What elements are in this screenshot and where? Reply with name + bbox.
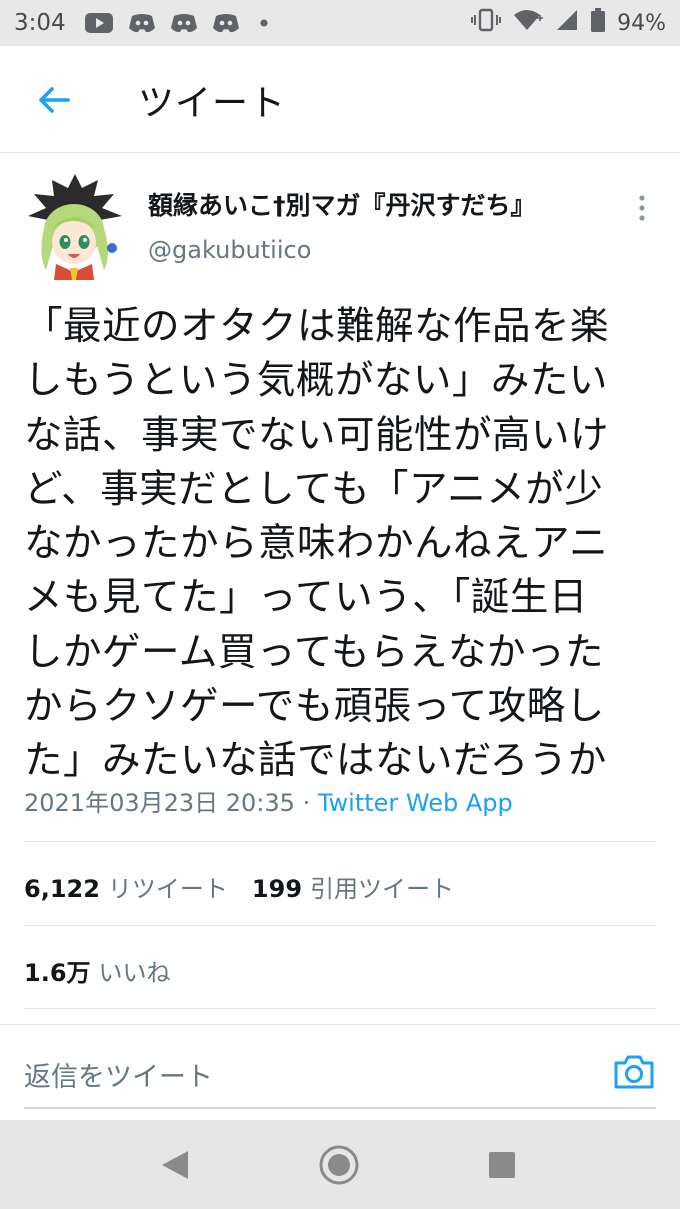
youtube-icon: [84, 12, 114, 34]
retweets-stat[interactable]: 6,122 リツイート: [24, 875, 228, 903]
divider: [24, 925, 656, 926]
tweet-text: 「最近のオタクは難解な作品を楽 しもうという気概がない」みたい な話、事実でない…: [24, 300, 660, 789]
reply-input-underline: [24, 1107, 656, 1109]
reply-bar: 返信をツイート: [0, 1024, 680, 1121]
tweet-source-link[interactable]: Twitter Web App: [318, 789, 513, 817]
tweet-text-line: な話、事実でない可能性が高いけ: [24, 412, 610, 458]
vibrate-icon: [471, 8, 502, 38]
tweet-header: ツイート: [0, 46, 680, 153]
tweet-author: 額縁あいこ†別マガ『丹沢すだち』 @gakubutiico: [26, 172, 656, 282]
system-nav-bar: [0, 1120, 680, 1209]
status-time: 3:04: [14, 10, 66, 36]
status-bar: 3:04 94%: [0, 0, 680, 46]
tweet-text-line: しかゲーム買ってもらえなかった: [24, 629, 604, 675]
square-recents-icon: [489, 1152, 515, 1178]
divider: [24, 1008, 656, 1009]
tweet-text-line: なかったから意味わかんねえアニ: [24, 521, 609, 567]
nav-home-button[interactable]: [318, 1144, 360, 1186]
camera-icon: [614, 1055, 654, 1089]
like-label: いいね: [98, 959, 171, 987]
battery-percent: 94%: [617, 10, 666, 36]
tweet-text-line: しもうという気概がない」みたい: [24, 358, 608, 404]
wifi-icon: [513, 8, 544, 38]
author-display-name[interactable]: 額縁あいこ†別マガ『丹沢すだち』: [148, 186, 536, 222]
tweet-text-line: からクソゲーでも頑張って攻略し: [24, 684, 605, 730]
tweet-timestamp[interactable]: 2021年03月23日 20:35: [24, 789, 295, 817]
tweet-text-line: メも見てた」っていう、「誕生日: [24, 575, 588, 621]
quote-label: 引用ツイート: [310, 875, 455, 903]
tweet-meta: 2021年03月23日 20:35 · Twitter Web App: [24, 783, 513, 818]
signal-icon: [555, 8, 579, 38]
page-title: ツイート: [138, 83, 287, 124]
reply-input[interactable]: 返信をツイート: [24, 1055, 213, 1094]
like-count: 1.6万: [24, 959, 91, 987]
triangle-back-icon: [162, 1151, 188, 1179]
author-handle[interactable]: @gakubutiico: [148, 236, 311, 264]
retweet-label: リツイート: [107, 875, 228, 903]
more-options-button[interactable]: [632, 190, 652, 226]
circle-home-icon: [319, 1145, 359, 1185]
quote-count: 199: [251, 875, 303, 903]
discord-icon: [170, 12, 198, 34]
likes-stat[interactable]: 1.6万 いいね: [24, 959, 171, 987]
stats-retweets-row: 6,122 リツイート 199 引用ツイート: [24, 869, 454, 904]
tweet-text-line: た」みたいな話ではないだろうか: [24, 738, 607, 784]
stats-likes-row: 1.6万 いいね: [24, 953, 171, 988]
camera-button[interactable]: [612, 1051, 656, 1091]
quotes-stat[interactable]: 199 引用ツイート: [252, 875, 454, 903]
meta-separator: ·: [294, 789, 318, 817]
more-vertical-icon: [639, 195, 645, 221]
arrow-left-icon: [39, 87, 70, 113]
tweet-text-line: ど、事実だとしても「アニメが少: [24, 466, 604, 512]
tweet-text-line: 「最近のオタクは難解な作品を楽: [24, 304, 610, 349]
nav-back-button[interactable]: [158, 1148, 192, 1182]
nav-recents-button[interactable]: [488, 1151, 516, 1179]
back-button[interactable]: [34, 80, 74, 120]
discord-icon: [212, 12, 240, 34]
avatar[interactable]: [26, 172, 124, 280]
discord-icon: [128, 12, 156, 34]
retweet-count: 6,122: [24, 875, 100, 903]
dot-icon: [260, 19, 268, 27]
divider: [24, 841, 656, 842]
battery-icon: [591, 8, 606, 38]
